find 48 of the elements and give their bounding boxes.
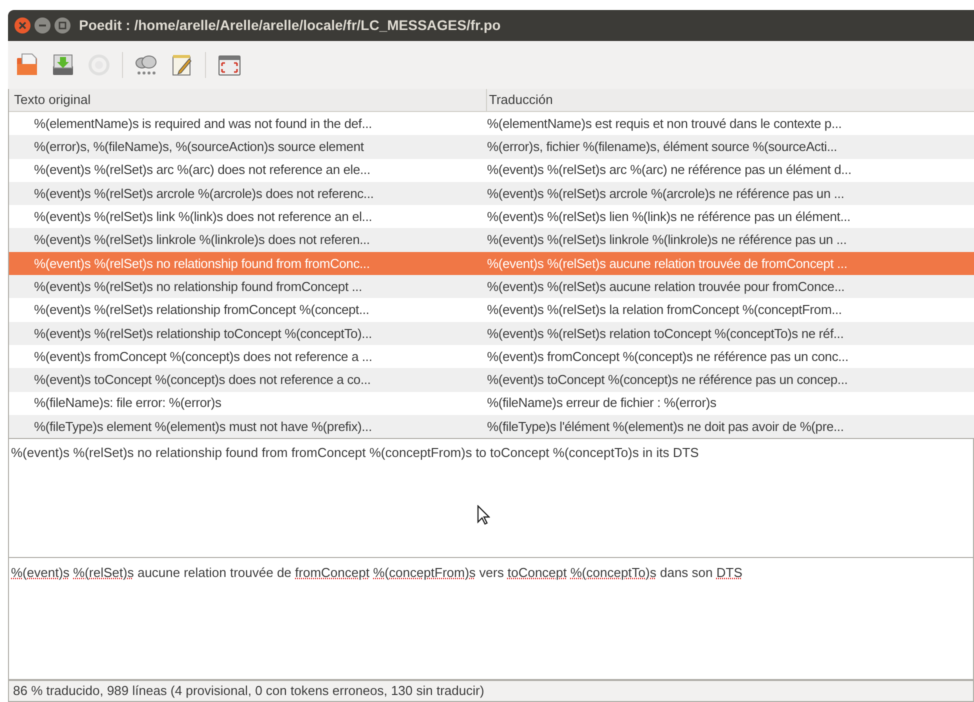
translation-field[interactable]: %(event)s %(relSet)s aucune relation trouvée de fromConcept %(conceptFrom)s vers toConcept %(conceptTo)s dans son DTS bbox=[8, 558, 974, 680]
table-row[interactable]: %(event)s %(relSet)s no relationship found fromConcept ... %(event)s %(relSet)s aucune relation trouvée pour fromConce... bbox=[9, 275, 974, 298]
source-cell-text: %(event)s %(relSet)s no relationship found fromConcept ... bbox=[33, 278, 363, 296]
source-cell-text: %(event)s %(relSet)s linkrole %(linkrole)s does not referen... bbox=[33, 231, 371, 250]
translation-cell-text: %(event)s %(relSet)s lien %(link)s ne référence pas un élément... bbox=[487, 208, 852, 226]
translation-cell-text: %(error)s, fichier %(filename)s, élément source %(sourceActi... bbox=[487, 138, 838, 156]
translation-cell-text: %(event)s %(relSet)s arc %(arc) ne référence pas un élément d... bbox=[487, 161, 852, 180]
maximize-icon[interactable] bbox=[54, 17, 71, 34]
table-row[interactable]: %(event)s toConcept %(concept)s does not reference a co... %(event)s toConcept %(concept)s ne référence pas un concep... bbox=[9, 368, 974, 392]
source-cell-text: %(event)s fromConcept %(concept)s does not reference a ... bbox=[33, 348, 374, 366]
source-cell-text: %(event)s toConcept %(concept)s does not reference a co... bbox=[33, 371, 372, 390]
table-row[interactable]: %(error)s, %(fileName)s, %(sourceAction)s source element %(error)s, fichier %(filename)s, élément source %(sourceActi... bbox=[9, 135, 974, 159]
translation-text: %(event)s %(relSet)s aucune relation trouvée de fromConcept %(conceptFrom)s vers toConcept %(conceptTo)s dans son DTS bbox=[11, 565, 742, 580]
window-title: Poedit : /home/arelle/Arelle/arelle/locale/fr/LC_MESSAGES/fr.po bbox=[79, 16, 501, 35]
translation-cell-text: %(elementName)s est requis et non trouvé dans le contexte p... bbox=[487, 114, 843, 133]
source-cell-text: %(event)s %(relSet)s arc %(arc) does not reference an ele... bbox=[33, 161, 372, 180]
translation-cell-text: %(event)s fromConcept %(concept)s ne référence pas un conc... bbox=[487, 348, 850, 366]
minimize-icon[interactable] bbox=[34, 17, 51, 34]
translation-cell-text: %(fileName)s erreur de fichier : %(error)s bbox=[487, 394, 718, 412]
source-text: %(event)s %(relSet)s no relationship found from fromConcept %(conceptFrom)s to toConcept %(conceptTo)s in its DTS bbox=[11, 445, 699, 460]
translation-cell-text: %(event)s %(relSet)s aucune relation trouvée pour fromConce... bbox=[487, 278, 846, 296]
source-cell-text: %(fileName)s: file error: %(error)s bbox=[33, 394, 222, 412]
open-folder-icon[interactable] bbox=[14, 52, 40, 78]
translation-cell-text: %(event)s %(relSet)s la relation fromConcept %(conceptFrom... bbox=[487, 301, 843, 320]
column-header[interactable]: Texto original bbox=[9, 89, 487, 111]
table-row[interactable]: %(event)s %(relSet)s arcrole %(arcrole)s does not referenc... %(event)s %(relSet)s arcrole %(arcrole)s ne référence pas un ... bbox=[9, 182, 974, 206]
source-cell-text: %(event)s %(relSet)s relationship toConcept %(conceptTo)... bbox=[33, 324, 373, 343]
source-cell-text: %(event)s %(relSet)s no relationship found from fromConc... bbox=[33, 254, 371, 273]
translation-cell-text: %(event)s %(relSet)s linkrole %(linkrole)s ne référence pas un ... bbox=[487, 231, 848, 250]
column-header[interactable]: Traducción bbox=[487, 89, 974, 111]
table-row[interactable]: %(event)s %(relSet)s linkrole %(linkrole)s does not referen... %(event)s %(relSet)s linkrole %(linkrole)s ne référence pas un ... bbox=[9, 228, 974, 252]
mouse-pointer-icon bbox=[477, 505, 490, 526]
close-icon[interactable] bbox=[14, 17, 31, 34]
source-cell-text: %(fileType)s element %(element)s must not have %(prefix)... bbox=[33, 418, 373, 436]
translation-cell-text: %(event)s toConcept %(concept)s ne référence pas un concep... bbox=[487, 371, 849, 390]
translation-cell-text: %(event)s %(relSet)s relation toConcept %(conceptTo)s ne réf... bbox=[487, 324, 845, 343]
table-row[interactable]: %(event)s %(relSet)s relationship toConcept %(conceptTo)... %(event)s %(relSet)s relation toConcept %(conceptTo)s ne réf... bbox=[9, 322, 974, 345]
table-row[interactable]: %(fileType)s element %(element)s must not have %(prefix)... %(fileType)s l'élément %(element)s ne doit pas avoir de %(pre... bbox=[9, 414, 974, 438]
source-cell-text: %(elementName)s is required and was not found in the def... bbox=[33, 114, 373, 133]
translation-cell-text: %(event)s %(relSet)s aucune relation trouvée de fromConcept ... bbox=[487, 254, 848, 273]
translation-cell-text: %(fileType)s l'élément %(element)s ne doit pas avoir de %(pre... bbox=[487, 418, 845, 436]
save-icon[interactable] bbox=[50, 52, 76, 78]
source-cell-text: %(error)s, %(fileName)s, %(sourceAction)s source element bbox=[33, 138, 365, 156]
source-cell-text: %(event)s %(relSet)s link %(link)s does not reference an el... bbox=[33, 208, 374, 226]
translation-cell-text: %(event)s %(relSet)s arcrole %(arcrole)s ne référence pas un ... bbox=[487, 184, 846, 203]
source-cell-text: %(event)s %(relSet)s relationship fromConcept %(concept... bbox=[33, 301, 370, 320]
status-text: 86 % traducido, 989 líneas (4 provisional, 0 con tokens erroneos, 130 sin traducir) bbox=[13, 682, 484, 700]
source-cell-text: %(event)s %(relSet)s arcrole %(arcrole)s does not referenc... bbox=[33, 184, 375, 203]
